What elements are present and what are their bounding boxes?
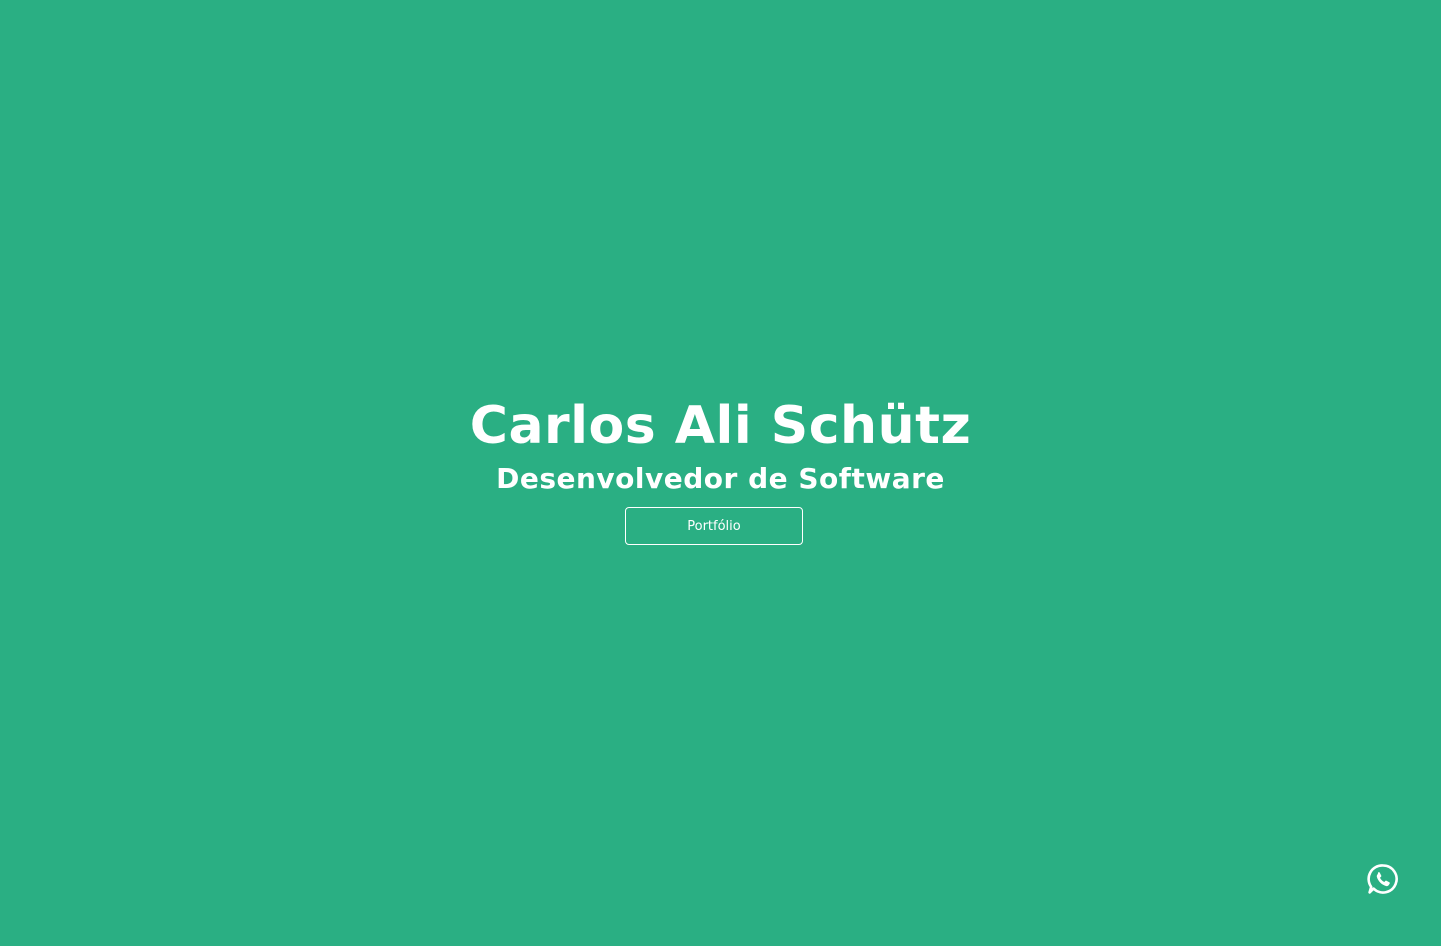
whatsapp-button[interactable] bbox=[1366, 862, 1400, 896]
portfolio-button[interactable]: Portfólio bbox=[625, 507, 803, 545]
page-subtitle: Desenvolvedor de Software bbox=[496, 462, 945, 495]
page-title: Carlos Ali Schütz bbox=[469, 396, 972, 456]
whatsapp-icon bbox=[1366, 862, 1400, 896]
hero-section: Carlos Ali Schütz Desenvolvedor de Softw… bbox=[0, 0, 1441, 946]
